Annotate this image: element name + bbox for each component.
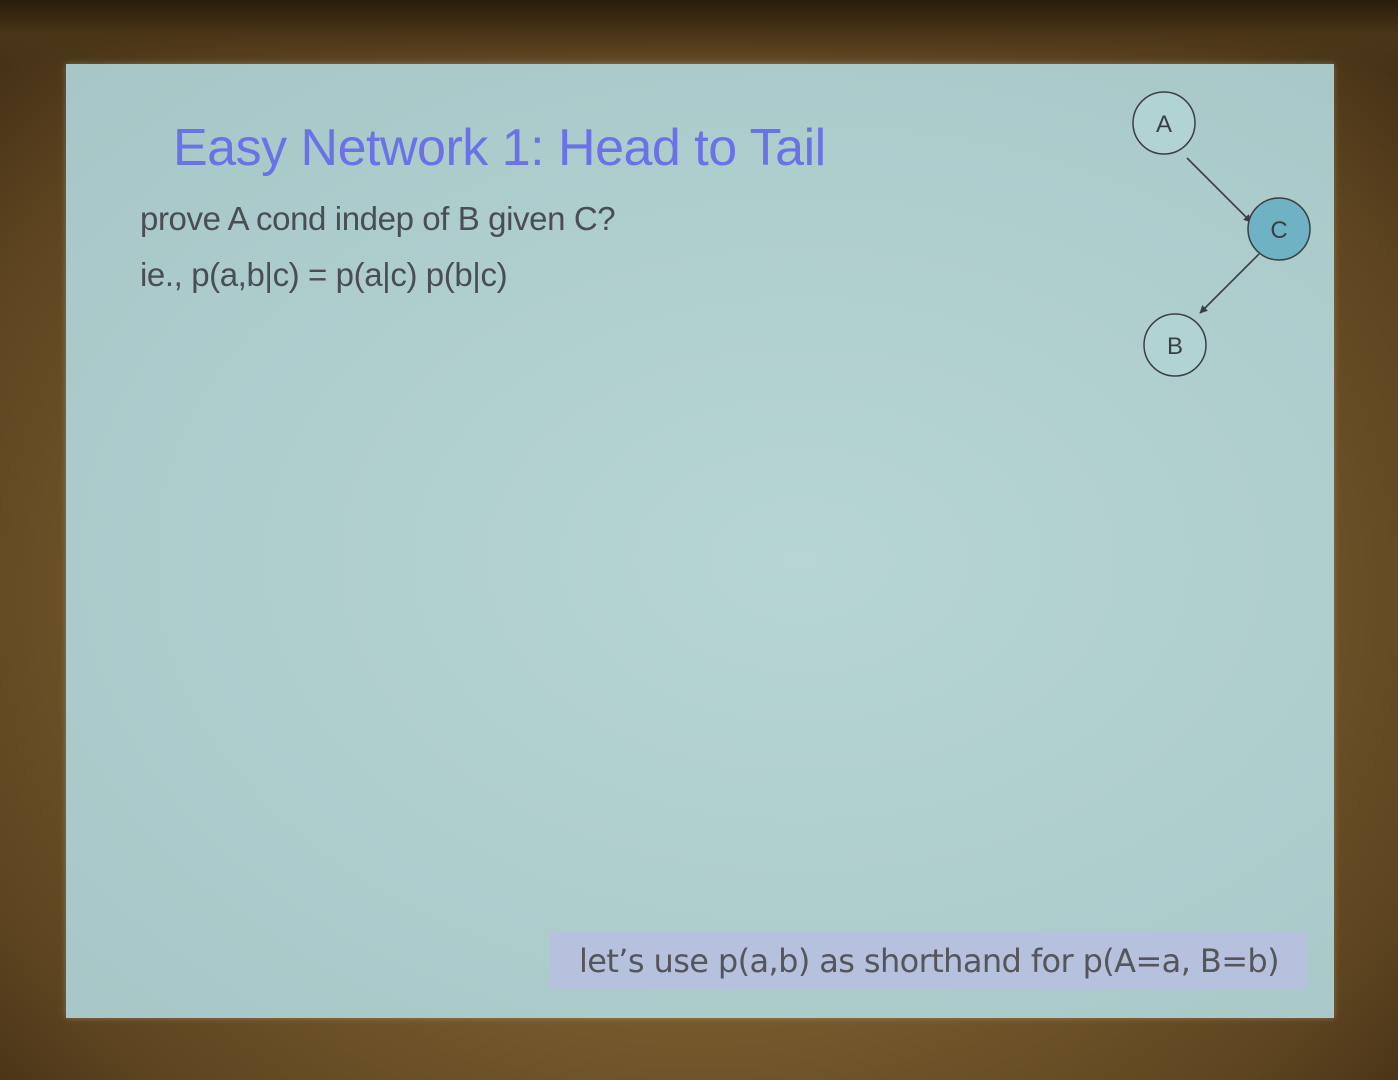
node-a: A — [1132, 91, 1196, 155]
edge-c-to-b — [1199, 253, 1260, 314]
slide-question-line: prove A cond indep of B given C? — [140, 200, 616, 237]
node-a-label: A — [1156, 111, 1172, 138]
node-b: B — [1143, 313, 1207, 377]
shorthand-note: let’s use p(a,b) as shorthand for p(A=a,… — [550, 932, 1308, 990]
slide-title: Easy Network 1: Head to Tail — [173, 119, 826, 177]
edge-a-to-c — [1186, 157, 1252, 223]
node-c: C — [1247, 197, 1311, 261]
node-b-label: B — [1167, 333, 1183, 360]
slide-equation-line: ie., p(a,b|c) = p(a|c) p(b|c) — [140, 256, 508, 293]
shorthand-note-text: let’s use p(a,b) as shorthand for p(A=a,… — [578, 942, 1280, 980]
node-c-label: C — [1270, 217, 1287, 244]
bayes-network-diagram: A C B — [1132, 91, 1311, 377]
projection-screen: Easy Network 1: Head to Tail prove A con… — [66, 64, 1334, 1018]
room-top-shadow — [0, 0, 1398, 70]
